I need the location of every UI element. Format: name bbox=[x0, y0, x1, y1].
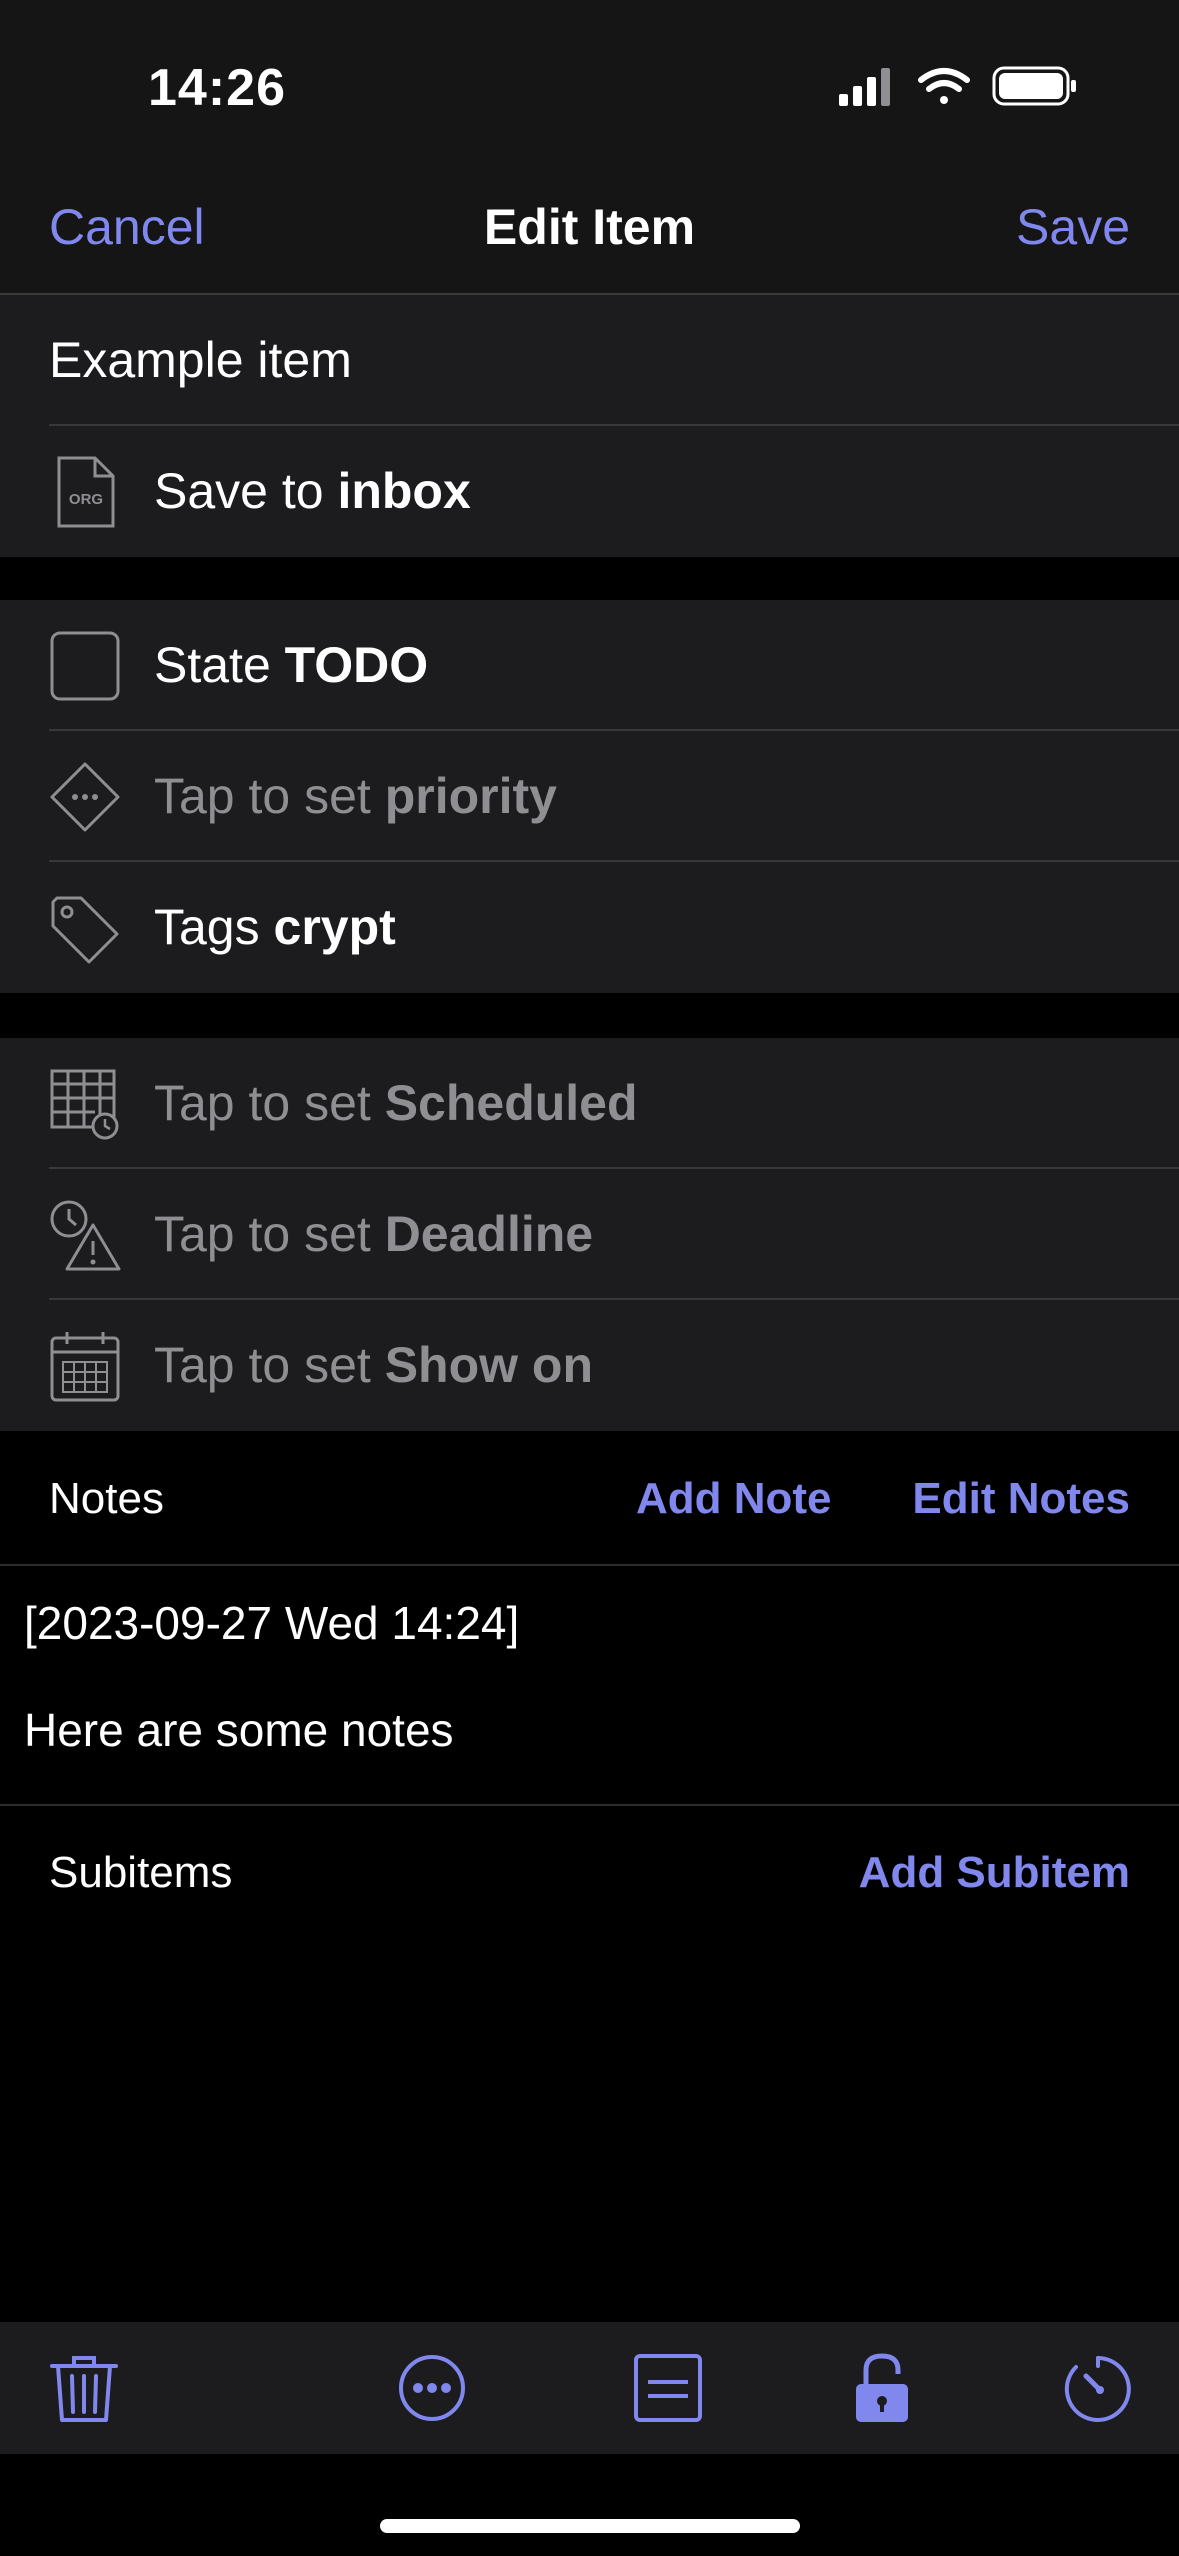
priority-row[interactable]: Tap to set priority bbox=[0, 731, 1179, 862]
priority-value: priority bbox=[384, 768, 557, 824]
show-on-label: Tap to set Show on bbox=[154, 1337, 594, 1393]
add-subitem-button[interactable]: Add Subitem bbox=[859, 1848, 1130, 1898]
org-file-icon: ORG bbox=[57, 456, 115, 528]
state-label: State TODO bbox=[154, 637, 429, 693]
tag-icon bbox=[51, 896, 119, 964]
deadline-row[interactable]: Tap to set Deadline bbox=[0, 1169, 1179, 1300]
item-title-row[interactable]: Example item bbox=[0, 295, 1179, 426]
properties-group: State TODO Tap to set priority Tags cryp… bbox=[0, 600, 1179, 993]
show-on-value: Show on bbox=[384, 1337, 594, 1393]
timer-icon[interactable] bbox=[1062, 2352, 1134, 2424]
deadline-warning-icon bbox=[50, 1200, 121, 1271]
save-location-row[interactable]: ORG Save to inbox bbox=[0, 426, 1179, 557]
tags-label: Tags crypt bbox=[154, 899, 396, 955]
status-time: 14:26 bbox=[148, 59, 286, 117]
subitems-header: Subitems Add Subitem bbox=[0, 1806, 1179, 1938]
notes-divider bbox=[0, 1564, 1179, 1566]
cellular-signal-icon bbox=[839, 68, 890, 106]
org-label: ORG bbox=[69, 491, 103, 508]
item-title[interactable]: Example item bbox=[49, 331, 352, 389]
dates-group: Tap to set Scheduled Tap to set Deadline… bbox=[0, 1038, 1179, 1431]
tags-row[interactable]: Tags crypt bbox=[0, 862, 1179, 993]
edit-notes-button[interactable]: Edit Notes bbox=[912, 1474, 1130, 1524]
notes-label: Notes bbox=[49, 1474, 164, 1523]
save-target: inbox bbox=[337, 463, 471, 519]
deadline-value: Deadline bbox=[384, 1206, 594, 1262]
navigation-bar: Cancel Edit Item Save bbox=[0, 170, 1179, 295]
page-title: Edit Item bbox=[483, 199, 696, 255]
add-note-button[interactable]: Add Note bbox=[636, 1474, 832, 1524]
subitems-label: Subitems bbox=[49, 1848, 233, 1897]
notes-icon[interactable] bbox=[632, 2352, 704, 2424]
battery-icon bbox=[992, 66, 1076, 106]
notes-header: Notes Add Note Edit Notes bbox=[0, 1432, 1179, 1564]
scheduled-calendar-icon bbox=[50, 1069, 119, 1140]
more-icon[interactable] bbox=[396, 2352, 468, 2424]
save-button[interactable]: Save bbox=[1016, 198, 1130, 256]
save-location-label: Save to inbox bbox=[154, 463, 471, 519]
show-on-row[interactable]: Tap to set Show on bbox=[0, 1300, 1179, 1431]
scheduled-label: Tap to set Scheduled bbox=[154, 1075, 638, 1131]
deadline-label: Tap to set Deadline bbox=[154, 1206, 594, 1262]
trash-icon[interactable] bbox=[48, 2352, 120, 2424]
item-group: Example item ORG Save to inbox bbox=[0, 295, 1179, 557]
priority-diamond-icon bbox=[50, 762, 120, 832]
note-timestamp: [2023-09-27 Wed 14:24] bbox=[24, 1597, 520, 1649]
status-icons bbox=[839, 64, 1079, 113]
status-bar: 14:26 bbox=[0, 0, 1179, 170]
wifi-icon bbox=[918, 68, 970, 104]
priority-label: Tap to set priority bbox=[154, 768, 557, 824]
checkbox-icon[interactable] bbox=[49, 630, 121, 702]
scheduled-row[interactable]: Tap to set Scheduled bbox=[0, 1038, 1179, 1169]
state-value: TODO bbox=[284, 637, 429, 693]
unlock-icon[interactable] bbox=[846, 2352, 918, 2424]
home-indicator[interactable] bbox=[380, 2519, 800, 2533]
bottom-toolbar bbox=[0, 2322, 1179, 2454]
state-row[interactable]: State TODO bbox=[0, 600, 1179, 731]
note-body: Here are some notes bbox=[24, 1704, 454, 1756]
scheduled-value: Scheduled bbox=[384, 1075, 638, 1131]
tags-value: crypt bbox=[273, 899, 396, 955]
calendar-icon bbox=[50, 1332, 120, 1402]
